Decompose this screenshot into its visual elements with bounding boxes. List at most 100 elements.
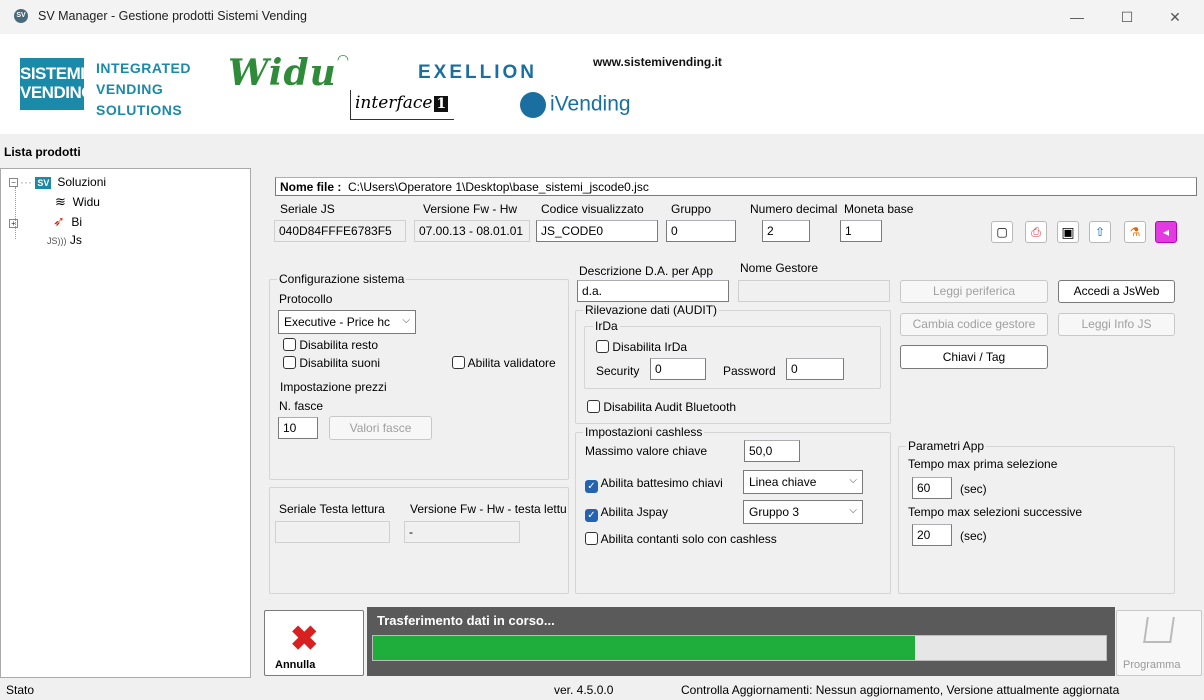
sistemi-vending-logo: SISTEMI VENDING	[20, 58, 94, 110]
save-icon[interactable]: ▣	[1057, 221, 1079, 243]
manager-name-label: Nome Gestore	[740, 261, 819, 275]
tree-line	[15, 187, 16, 239]
bluetooth-icon[interactable]: ◂	[1155, 221, 1177, 243]
max-key-value-input[interactable]: 50,0	[744, 440, 800, 462]
program-button[interactable]: Programma	[1116, 610, 1202, 676]
irda-title: IrDa	[593, 319, 620, 333]
checkmark-icon: ✓	[585, 509, 598, 522]
enable-validator-checkbox[interactable]: Abilita validatore	[452, 356, 556, 370]
window-title: SV Manager - Gestione prodotti Sistemi V…	[38, 9, 307, 23]
app-params-title: Parametri App	[906, 439, 987, 453]
chili-icon: ➶	[53, 213, 65, 229]
title-bar: SV SV Manager - Gestione prodotti Sistem…	[0, 0, 1204, 34]
keys-tags-button[interactable]: Chiavi / Tag	[900, 345, 1048, 369]
app-icon: SV	[14, 9, 28, 23]
decimals-input[interactable]: 2	[762, 220, 810, 242]
base-coin-label: Moneta base	[844, 202, 914, 216]
group-label: Gruppo	[671, 202, 712, 216]
security-label: Security	[596, 364, 640, 378]
exellion-logo: EXELLION	[418, 62, 538, 83]
checkmark-icon: ✓	[585, 480, 598, 493]
new-file-icon[interactable]: ▢	[991, 221, 1013, 243]
file-path-bar: Nome file : C:\Users\Operatore 1\Desktop…	[275, 177, 1197, 196]
bands-input[interactable]: 10	[278, 417, 318, 439]
protocol-label: Protocollo	[279, 292, 333, 306]
maximize-button[interactable]: ☐	[1104, 0, 1150, 34]
checkbox-icon	[585, 532, 598, 545]
key-baptism-checkbox[interactable]: ✓ Abilita battesimo chiavi	[585, 476, 723, 493]
checkbox-icon	[283, 356, 296, 369]
reader-fw-label: Versione Fw - Hw - testa lettu	[410, 502, 567, 516]
website-url: www.sistemivending.it	[593, 55, 722, 69]
display-code-input[interactable]: JS_CODE0	[536, 220, 658, 242]
checkbox-icon	[596, 340, 609, 353]
jspay-group-select[interactable]: Gruppo 3 ⌵	[743, 500, 863, 524]
prices-title: Impostazione prezzi	[278, 380, 389, 394]
cashless-title: Impostazioni cashless	[583, 425, 705, 439]
update-status[interactable]: Controlla Aggiornamenti: Nessun aggiorna…	[681, 683, 1119, 697]
next-selection-unit: (sec)	[960, 529, 987, 543]
band-values-button[interactable]: Valori fasce	[329, 416, 432, 440]
sv-icon: SV	[35, 177, 52, 189]
status-label: Stato	[6, 683, 35, 697]
bands-label: N. fasce	[279, 399, 324, 413]
password-label: Password	[723, 364, 776, 378]
disable-sounds-checkbox[interactable]: Disabilita suoni	[283, 356, 380, 370]
product-list-title: Lista prodotti	[4, 145, 81, 159]
key-line-select[interactable]: Linea chiave ⌵	[743, 470, 863, 494]
first-selection-input[interactable]: 60	[912, 477, 952, 499]
disable-irda-checkbox[interactable]: Disabilita IrDa	[596, 340, 687, 354]
product-tree[interactable]: − ··· SV Soluzioni ≋ Widu ➶ Bi + JS))) Js	[0, 168, 251, 678]
pdf-icon[interactable]: ⎙	[1025, 221, 1047, 243]
integrated-vending-solutions-logo: INTEGRATED VENDING SOLUTIONS	[96, 60, 191, 118]
password-input[interactable]: 0	[786, 358, 844, 380]
close-button[interactable]: ✕	[1152, 0, 1198, 34]
security-input[interactable]: 0	[650, 358, 706, 380]
change-manager-code-button[interactable]: Cambia codice gestore	[900, 313, 1048, 336]
next-selection-input[interactable]: 20	[912, 524, 952, 546]
reader-serial-field	[275, 521, 390, 543]
app-description-input[interactable]: d.a.	[577, 280, 729, 302]
transfer-message: Trasferimento dati in corso...	[377, 613, 555, 628]
decimals-label: Numero decimal	[750, 202, 838, 216]
ivending-logo: iVending	[520, 92, 631, 118]
display-code-label: Codice visualizzato	[541, 202, 644, 216]
read-js-info-button[interactable]: Leggi Info JS	[1058, 313, 1175, 336]
interface1-logo: interface 1	[350, 90, 454, 120]
next-selection-label: Tempo max selezioni successive	[908, 505, 1083, 519]
read-peripheral-button[interactable]: Leggi periferica	[900, 280, 1048, 303]
tree-item-soluzioni[interactable]: − ··· SV Soluzioni	[9, 175, 106, 189]
fw-hw-field: 07.00.13 - 08.01.01	[414, 220, 530, 242]
max-key-value-label: Massimo valore chiave	[585, 444, 708, 458]
first-selection-unit: (sec)	[960, 482, 987, 496]
upload-icon[interactable]: ⇧	[1089, 221, 1111, 243]
program-icon	[1143, 617, 1175, 643]
chevron-down-icon: ⌵	[849, 475, 857, 486]
version-label: ver. 4.5.0.0	[554, 683, 614, 697]
first-selection-label: Tempo max prima selezione	[908, 457, 1058, 471]
disable-change-checkbox[interactable]: Disabilita resto	[283, 338, 378, 352]
disable-audit-bluetooth-checkbox[interactable]: Disabilita Audit Bluetooth	[587, 400, 736, 414]
chevron-down-icon: ⌵	[402, 315, 410, 326]
cash-only-cashless-checkbox[interactable]: Abilita contanti solo con cashless	[585, 532, 777, 546]
status-bar: Stato ver. 4.5.0.0 Controlla Aggiornamen…	[0, 680, 1204, 700]
base-coin-input[interactable]: 1	[840, 220, 882, 242]
tree-item-js[interactable]: JS))) Js	[47, 233, 82, 247]
audit-title: Rilevazione dati (AUDIT)	[583, 303, 720, 317]
plugin-icon[interactable]: ⚗	[1124, 221, 1146, 243]
cancel-button[interactable]: ✖ Annulla	[264, 610, 364, 676]
cancel-x-icon: ✖	[290, 620, 319, 658]
system-config-title: Configurazione sistema	[277, 272, 407, 286]
transfer-panel: Trasferimento dati in corso...	[367, 607, 1115, 676]
protocol-select[interactable]: Executive - Price hc ⌵	[278, 310, 416, 334]
tree-item-bi[interactable]: ➶ Bi	[53, 213, 82, 230]
jspay-checkbox[interactable]: ✓ Abilita Jspay	[585, 505, 668, 522]
manager-name-field	[738, 280, 890, 302]
checkbox-icon	[283, 338, 296, 351]
minimize-button[interactable]: —	[1054, 0, 1100, 34]
jsweb-button[interactable]: Accedi a JsWeb	[1058, 280, 1175, 303]
file-path: C:\Users\Operatore 1\Desktop\base_sistem…	[348, 180, 649, 194]
tree-item-widu[interactable]: ≋ Widu	[55, 194, 100, 210]
transfer-progress-bar	[372, 635, 1107, 661]
group-input[interactable]: 0	[666, 220, 736, 242]
